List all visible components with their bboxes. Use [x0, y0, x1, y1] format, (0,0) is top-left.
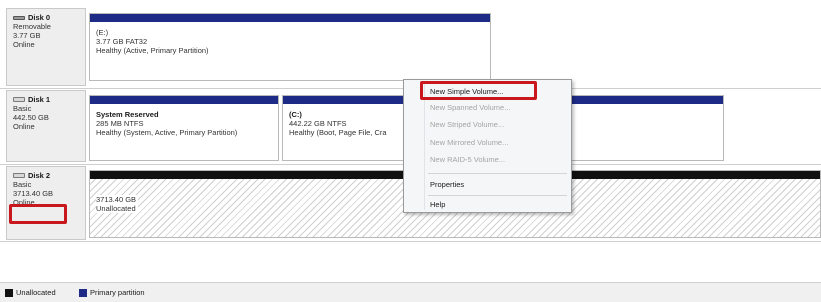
disk-0-title: Disk 0: [13, 13, 85, 22]
menu-item-help[interactable]: Help: [430, 200, 445, 210]
volume-status: Healthy (Boot, Page File, Cra: [289, 128, 387, 137]
menu-item-new-striped-volume[interactable]: New Striped Volume...: [430, 120, 504, 130]
volume-size-fs: 442.22 GB NTFS: [289, 119, 347, 128]
disk-0-size: 3.77 GB: [13, 31, 41, 40]
volume-name: (E:): [96, 28, 109, 37]
disk-0-label[interactable]: Disk 0 Removable 3.77 GB Online: [6, 8, 86, 86]
removable-disk-icon: [13, 15, 25, 20]
disk-divider: [0, 241, 821, 242]
disk-management-view: Disk 0 Removable 3.77 GB Online (E:) 3.7…: [0, 0, 821, 302]
legend-unallocated: Unallocated: [16, 288, 56, 297]
legend-bar: Unallocated Primary partition: [0, 282, 821, 302]
new-simple-volume-highlight: [420, 81, 537, 100]
volume-system-reserved[interactable]: System Reserved 285 MB NTFS Healthy (Sys…: [89, 95, 279, 161]
menu-item-new-mirrored-volume[interactable]: New Mirrored Volume...: [430, 138, 508, 148]
legend-primary-partition: Primary partition: [90, 288, 145, 297]
volume-size: 3713.40 GB: [96, 195, 137, 204]
volume-status: Healthy (Active, Primary Partition): [96, 46, 209, 55]
menu-item-properties[interactable]: Properties: [430, 180, 464, 190]
primary-partition-swatch: [79, 289, 87, 297]
volume-status: Healthy (System, Active, Primary Partiti…: [96, 128, 238, 137]
menu-item-new-spanned-volume[interactable]: New Spanned Volume...: [430, 103, 510, 113]
disk-0-name: Disk 0: [28, 13, 51, 22]
disk-2-title: Disk 2: [13, 171, 85, 180]
disk-1-title: Disk 1: [13, 95, 85, 104]
volume-size-fs: 3.77 GB FAT32: [96, 37, 148, 46]
volume-name: System Reserved: [96, 110, 159, 119]
volume-c-text: (C:) 442.22 GB NTFS Healthy (Boot, Page …: [289, 110, 387, 137]
menu-separator: [428, 173, 567, 174]
disk-2-name: Disk 2: [28, 171, 51, 180]
disk-1-type: Basic: [13, 104, 32, 113]
primary-partition-bar: [90, 96, 278, 104]
volume-size-fs: 285 MB NTFS: [96, 119, 144, 128]
primary-partition-bar: [90, 14, 490, 22]
basic-disk-icon: [13, 97, 25, 102]
disk-1-label[interactable]: Disk 1 Basic 442.50 GB Online: [6, 90, 86, 162]
disk-0-type: Removable: [13, 22, 51, 31]
unallocated-swatch: [5, 289, 13, 297]
disk-0-status: Online: [13, 40, 35, 49]
disk-1-name: Disk 1: [28, 95, 51, 104]
disk-2-type: Basic: [13, 180, 32, 189]
online-status-highlight: [9, 204, 67, 224]
menu-separator: [428, 195, 567, 196]
menu-gutter: [424, 82, 425, 210]
disk-2-label[interactable]: Disk 2 Basic 3713.40 GB Online: [6, 166, 86, 240]
disk-1-status: Online: [13, 122, 35, 131]
disk-1-size: 442.50 GB: [13, 113, 49, 122]
volume-system-reserved-text: System Reserved 285 MB NTFS Healthy (Sys…: [96, 110, 237, 137]
volume-name: (C:): [289, 110, 302, 119]
volume-unallocated-text: 3713.40 GB Unallocated: [96, 195, 139, 213]
disk-2-size: 3713.40 GB: [13, 189, 54, 198]
menu-item-new-raid5-volume[interactable]: New RAID-5 Volume...: [430, 155, 505, 165]
volume-e-text: (E:) 3.77 GB FAT32 Healthy (Active, Prim…: [96, 28, 209, 55]
volume-e[interactable]: (E:) 3.77 GB FAT32 Healthy (Active, Prim…: [89, 13, 491, 81]
basic-disk-icon: [13, 173, 25, 178]
volume-status: Unallocated: [96, 204, 136, 213]
